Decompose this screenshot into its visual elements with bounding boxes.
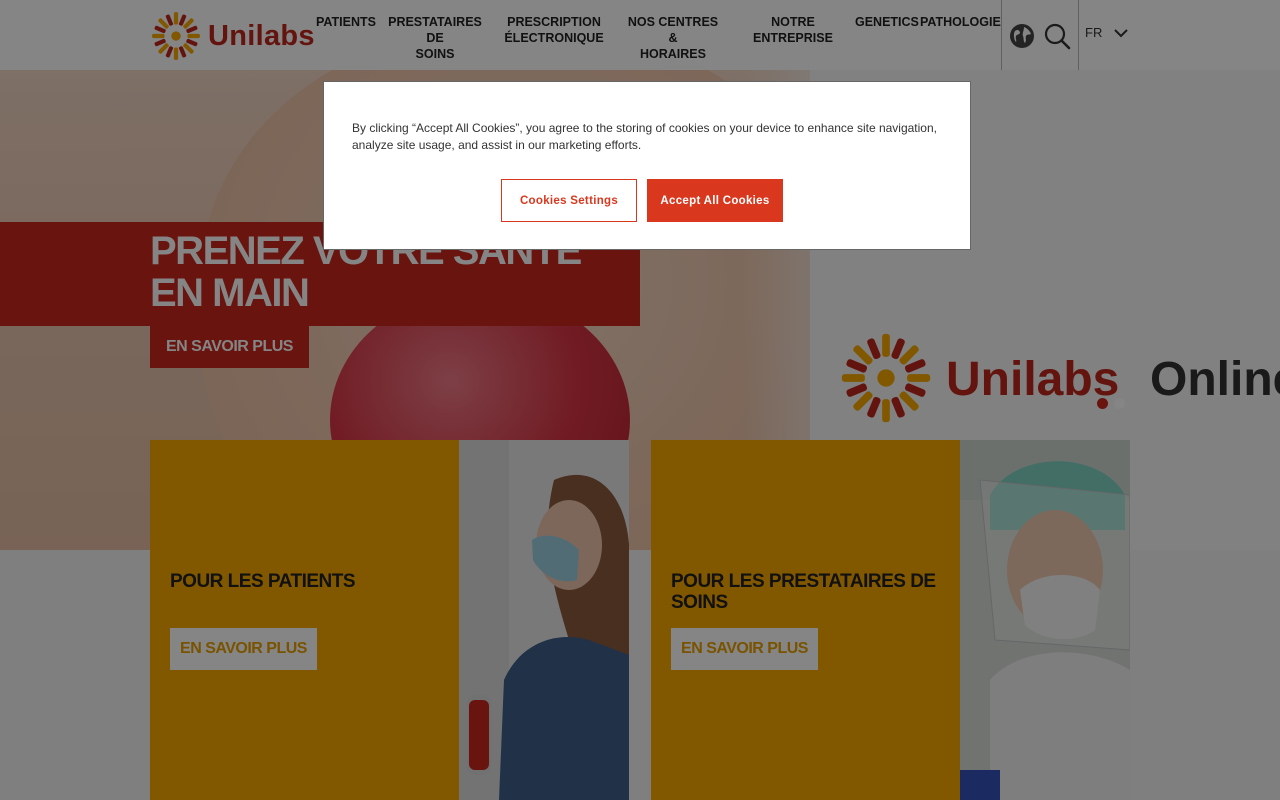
- cookie-dialog: By clicking “Accept All Cookies”, you ag…: [323, 81, 971, 250]
- cookie-text: By clicking “Accept All Cookies”, you ag…: [352, 121, 937, 152]
- cookies-settings-button[interactable]: Cookies Settings: [501, 179, 637, 222]
- accept-all-cookies-button[interactable]: Accept All Cookies: [647, 179, 783, 222]
